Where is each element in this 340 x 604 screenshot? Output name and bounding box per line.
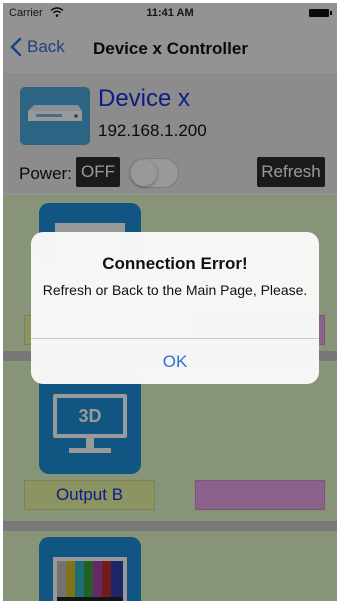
app-screen: Carrier 11:41 AM Back Device x Controlle…	[3, 3, 337, 601]
connection-error-alert: Connection Error! Refresh or Back to the…	[31, 232, 319, 384]
alert-message: Refresh or Back to the Main Page, Please…	[42, 282, 308, 298]
alert-ok-button[interactable]: OK	[31, 339, 319, 384]
alert-title: Connection Error!	[102, 254, 248, 273]
